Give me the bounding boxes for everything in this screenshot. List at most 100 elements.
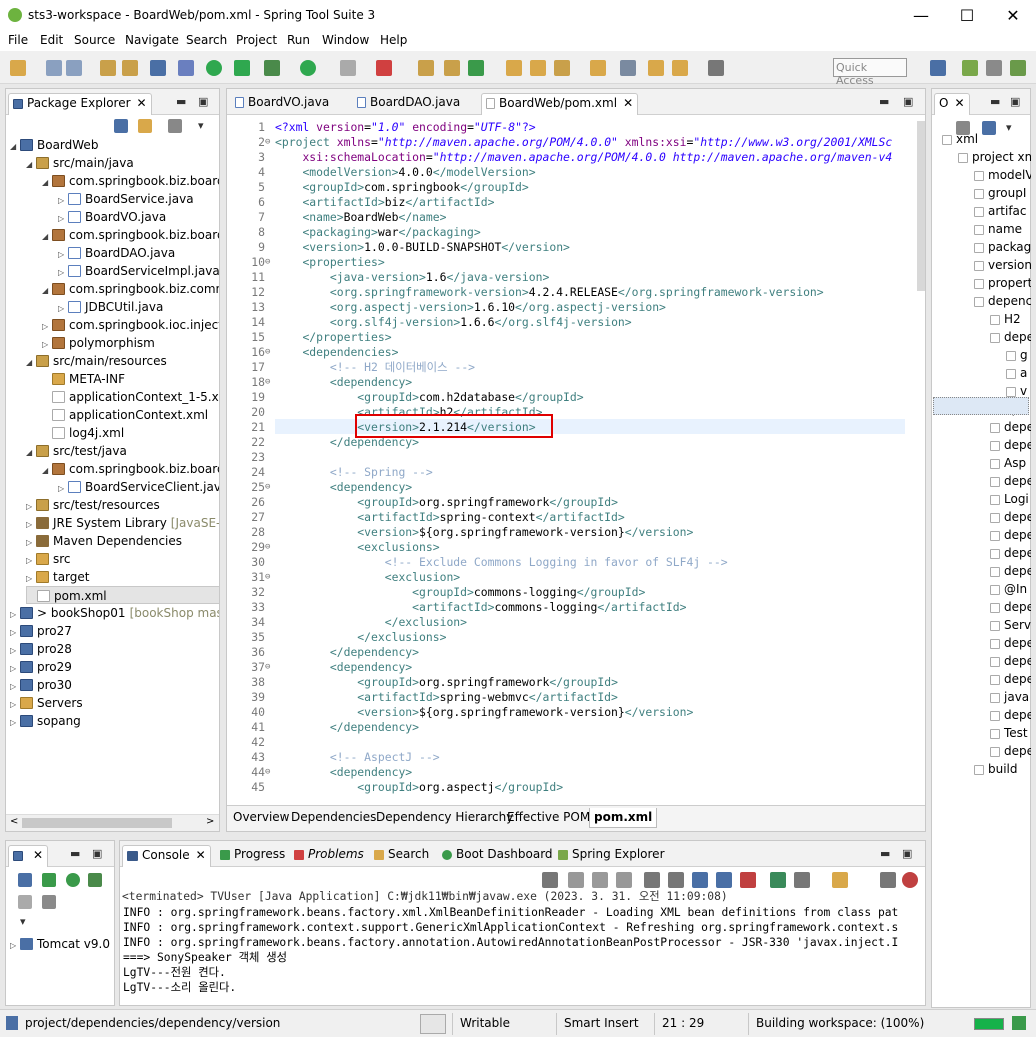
word-wrap-icon[interactable] xyxy=(692,872,708,888)
chevron-down-icon[interactable]: ◢ xyxy=(42,282,52,300)
pin-console-icon[interactable] xyxy=(770,872,786,888)
stop-icon[interactable] xyxy=(902,872,918,888)
outline-item[interactable]: depe xyxy=(990,652,1031,670)
outline-item[interactable]: depe xyxy=(990,472,1031,490)
external-tools-icon[interactable] xyxy=(376,60,392,76)
outline-item[interactable]: g xyxy=(1006,346,1028,364)
spring-boot-icon[interactable] xyxy=(234,60,250,76)
maximize-view-icon[interactable]: ▣ xyxy=(1010,95,1020,108)
minimize-view-icon[interactable]: ▬ xyxy=(70,847,80,860)
outline-item[interactable]: depe xyxy=(990,706,1031,724)
outline-item[interactable]: artifac xyxy=(974,202,1027,220)
tab-boarddao[interactable]: BoardDAO.java xyxy=(353,93,464,115)
tree-item[interactable]: ▷ pro29 xyxy=(10,658,72,676)
chevron-down-icon[interactable]: ◢ xyxy=(42,228,52,246)
minimize-button[interactable]: — xyxy=(898,0,944,31)
open-task-icon[interactable] xyxy=(530,60,546,76)
console-output[interactable]: INFO : org.springframework.beans.factory… xyxy=(121,905,921,1003)
display-console-icon[interactable] xyxy=(794,872,810,888)
chevron-right-icon[interactable]: ▷ xyxy=(10,714,20,732)
tree-item[interactable]: pom.xml xyxy=(26,586,219,604)
outline-item[interactable]: name xyxy=(974,220,1022,238)
start-server-icon[interactable] xyxy=(206,60,222,76)
chevron-down-icon[interactable]: ◢ xyxy=(26,354,36,372)
close-icon[interactable]: ✕ xyxy=(954,96,964,110)
tree-item[interactable]: ▷ pro30 xyxy=(10,676,72,694)
view-menu-icon[interactable]: ▾ xyxy=(20,915,26,928)
server-stop-icon[interactable] xyxy=(18,895,32,909)
tab-package-explorer[interactable]: Package Explorer ✕ xyxy=(8,93,152,115)
fold-toggle-icon[interactable]: ⊖ xyxy=(265,375,270,390)
minimize-view-icon[interactable]: ▬ xyxy=(879,95,889,108)
show-on-error-icon[interactable] xyxy=(740,872,756,888)
tree-item[interactable]: ◢ src/test/java xyxy=(26,442,127,460)
menu-project[interactable]: Project xyxy=(236,33,277,47)
tree-item[interactable]: applicationContext_1-5.xr xyxy=(42,388,219,406)
minimize-view-icon[interactable]: ▬ xyxy=(176,95,186,108)
server-item[interactable]: ▷ Tomcat v9.0 xyxy=(10,935,110,953)
menu-source[interactable]: Source xyxy=(74,33,115,47)
java-perspective-icon[interactable] xyxy=(1010,60,1026,76)
tree-item[interactable]: ▷ BoardServiceImpl.java xyxy=(58,262,219,280)
progress-view-icon[interactable] xyxy=(1012,1016,1026,1030)
fold-toggle-icon[interactable]: ⊖ xyxy=(265,660,270,675)
clean-icon[interactable] xyxy=(122,60,138,76)
tree-item[interactable]: ▷ BoardVO.java xyxy=(58,208,166,226)
fold-toggle-icon[interactable]: ⊖ xyxy=(265,540,270,555)
maximize-view-icon[interactable]: ▣ xyxy=(903,95,913,108)
tab-pom-xml-source[interactable]: pom.xml xyxy=(589,808,658,828)
tab-effective-pom[interactable]: Effective POM xyxy=(503,808,594,828)
maximize-button[interactable]: ☐ xyxy=(944,0,990,31)
tab-progress[interactable]: Progress xyxy=(216,845,289,867)
chevron-right-icon[interactable]: ▷ xyxy=(10,937,20,955)
minimize-view-icon[interactable]: ▬ xyxy=(880,847,890,860)
horizontal-scrollbar[interactable]: < > xyxy=(6,814,219,831)
chevron-down-icon[interactable]: ◢ xyxy=(26,444,36,462)
chevron-down-icon[interactable]: ◢ xyxy=(42,174,52,192)
tree-item[interactable]: ◢ com.springbook.biz.board xyxy=(42,226,219,244)
fold-toggle-icon[interactable]: ⊖ xyxy=(265,570,270,585)
outline-item[interactable]: depe xyxy=(990,508,1031,526)
tree-item[interactable]: applicationContext.xml xyxy=(42,406,208,424)
outline-item[interactable]: Asp xyxy=(990,454,1026,472)
terminate-icon[interactable] xyxy=(568,872,584,888)
build-icon[interactable] xyxy=(100,60,116,76)
tab-dependency-hierarchy[interactable]: Dependency Hierarchy xyxy=(372,808,517,828)
outline-item[interactable]: java xyxy=(990,688,1029,706)
outline-item[interactable]: modelV xyxy=(974,166,1031,184)
minimize-view-icon[interactable]: ▬ xyxy=(990,95,1000,108)
annotation-icon[interactable] xyxy=(554,60,570,76)
scroll-lock-icon[interactable] xyxy=(668,872,684,888)
tree-item[interactable]: ▷JRE System Library[JavaSE-1 xyxy=(26,514,219,532)
tab-search[interactable]: Search xyxy=(370,845,433,867)
globe-icon[interactable] xyxy=(620,60,636,76)
scroll-right-icon[interactable]: > xyxy=(206,816,214,827)
tree-item[interactable]: ◢ com.springbook.biz.board xyxy=(42,460,219,478)
tree-item[interactable]: ▷ sopang xyxy=(10,712,81,730)
outline-item[interactable]: a xyxy=(1006,364,1027,382)
fold-toggle-icon[interactable]: ⊖ xyxy=(265,135,270,150)
open-console-icon[interactable] xyxy=(832,872,848,888)
menu-search[interactable]: Search xyxy=(186,33,227,47)
server-sync-icon[interactable] xyxy=(42,895,56,909)
tree-item[interactable]: ▷ src xyxy=(26,550,71,568)
terminate-relaunch-icon[interactable] xyxy=(542,872,558,888)
outline-item[interactable]: Serv xyxy=(990,616,1031,634)
outline-item[interactable]: depe xyxy=(990,562,1031,580)
tree-item[interactable]: META-INF xyxy=(42,370,125,388)
tree-item[interactable]: ◢ com.springbook.biz.board xyxy=(42,172,219,190)
maximize-view-icon[interactable]: ▣ xyxy=(198,95,208,108)
outline-item[interactable]: xml xyxy=(942,130,978,148)
outline-item[interactable]: packag xyxy=(974,238,1031,256)
menu-navigate[interactable]: Navigate xyxy=(125,33,179,47)
chevron-down-icon[interactable]: ◢ xyxy=(42,462,52,480)
menu-help[interactable]: Help xyxy=(380,33,407,47)
outline-toggle-icon[interactable] xyxy=(420,1014,446,1034)
outline-item[interactable]: project xm xyxy=(958,148,1031,166)
debug-icon[interactable] xyxy=(264,60,280,76)
show-on-output-icon[interactable] xyxy=(716,872,732,888)
back-arrow-icon[interactable] xyxy=(672,60,688,76)
tree-item[interactable]: ▷ com.springbook.ioc.inject xyxy=(42,316,219,334)
tree-item[interactable]: ▷ BoardServiceClient.java xyxy=(58,478,219,496)
close-icon[interactable]: ✕ xyxy=(623,96,633,110)
